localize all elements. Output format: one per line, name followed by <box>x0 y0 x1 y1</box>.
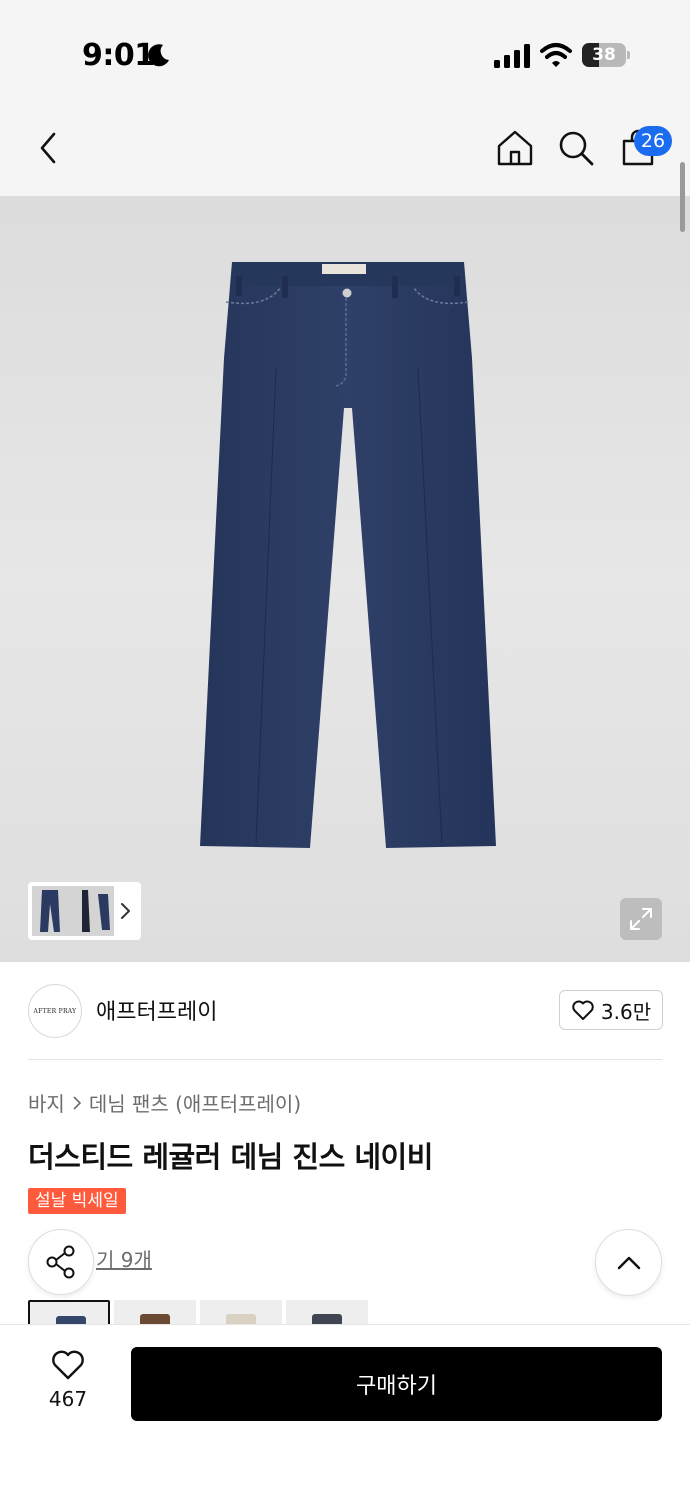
battery-icon: 38 <box>582 43 630 67</box>
image-thumbnail-strip[interactable] <box>28 882 141 940</box>
share-icon <box>46 1245 75 1279</box>
share-button[interactable] <box>28 1229 94 1295</box>
breadcrumb-item-subcategory[interactable]: 데님 팬츠 (애프터프레이) <box>89 1088 301 1117</box>
status-time: 9:01 <box>82 38 155 73</box>
review-link[interactable]: 기 9개 <box>96 1244 152 1273</box>
swatch-product-image <box>56 1316 86 1324</box>
chevron-right-icon <box>121 903 130 919</box>
chevron-up-icon <box>617 1256 640 1269</box>
swatch-product-image <box>312 1314 342 1324</box>
search-button[interactable] <box>548 100 604 196</box>
color-swatch[interactable] <box>286 1300 368 1324</box>
moon-icon <box>148 44 169 67</box>
expand-icon <box>630 908 652 930</box>
divider <box>28 1059 662 1060</box>
brand-like-count: 3.6만 <box>600 999 652 1024</box>
bottom-action-bar: 467 구매하기 <box>0 1324 690 1500</box>
breadcrumb: 바지 데님 팬츠 (애프터프레이) <box>28 1088 301 1117</box>
swatch-product-image <box>140 1314 170 1324</box>
brand-row: AFTER PRAY 애프터프레이 3.6만 <box>0 962 690 1060</box>
product-title: 더스티드 레귤러 데님 진스 네이비 <box>28 1140 433 1174</box>
swatch-product-image <box>226 1314 256 1324</box>
product-image-gallery[interactable] <box>0 196 690 962</box>
home-icon <box>497 130 533 166</box>
wifi-icon <box>540 43 572 67</box>
brand-logo-text: AFTER PRAY <box>33 1007 77 1015</box>
wishlist-button[interactable]: 467 <box>28 1349 108 1421</box>
brand-logo[interactable]: AFTER PRAY <box>28 984 82 1038</box>
cart-count-badge: 26 <box>634 126 672 156</box>
expand-image-button[interactable] <box>620 898 662 940</box>
status-bar: 9:01 38 <box>0 0 690 100</box>
product-image <box>200 262 496 848</box>
breadcrumb-item-category[interactable]: 바지 <box>28 1088 65 1117</box>
color-options <box>28 1300 368 1324</box>
sale-badge: 설날 빅세일 <box>28 1188 126 1214</box>
chevron-right-icon <box>73 1095 81 1110</box>
scroll-to-top-button[interactable] <box>595 1229 662 1296</box>
thumbnail-image <box>32 886 114 936</box>
battery-percent: 38 <box>592 45 616 65</box>
wishlist-count: 467 <box>48 1387 88 1411</box>
color-swatch[interactable] <box>200 1300 282 1324</box>
heart-outline-icon <box>572 1000 594 1020</box>
chevron-left-icon <box>40 132 56 164</box>
heart-outline-icon <box>52 1350 84 1380</box>
search-icon <box>559 131 594 166</box>
home-button[interactable] <box>487 100 543 196</box>
top-nav-bar: 26 <box>0 100 690 196</box>
back-button[interactable] <box>20 100 76 196</box>
cellular-signal-icon <box>494 44 530 68</box>
color-swatch[interactable] <box>114 1300 196 1324</box>
brand-name[interactable]: 애프터프레이 <box>96 994 217 1026</box>
brand-like-button[interactable]: 3.6만 <box>559 990 663 1030</box>
color-swatch[interactable] <box>28 1300 110 1324</box>
scroll-indicator[interactable] <box>680 162 685 232</box>
buy-button[interactable]: 구매하기 <box>131 1347 662 1421</box>
